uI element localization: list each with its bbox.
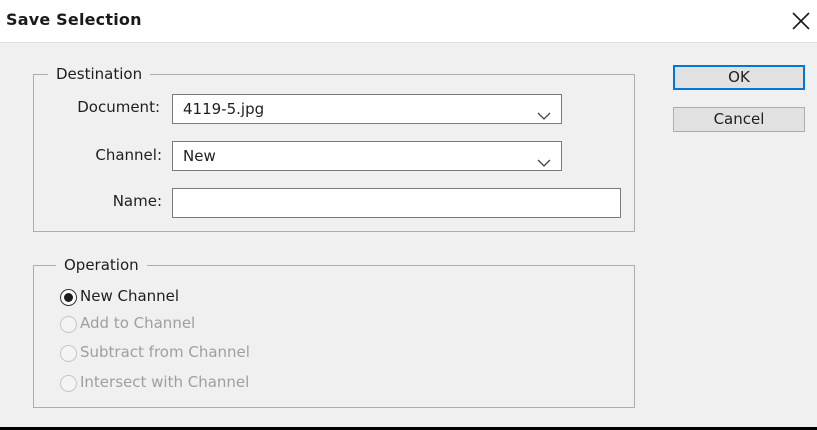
radio-label: New Channel xyxy=(80,287,180,305)
chevron-down-icon xyxy=(537,105,551,124)
radio-label: Add to Channel xyxy=(80,314,196,332)
document-label: Document: xyxy=(77,98,160,116)
radio-label: Intersect with Channel xyxy=(80,373,250,391)
ok-button[interactable]: OK xyxy=(673,65,805,90)
radio-button[interactable] xyxy=(60,316,77,333)
name-label: Name: xyxy=(112,192,162,210)
radio-button[interactable] xyxy=(60,345,77,362)
radio-label: Subtract from Channel xyxy=(80,343,250,361)
document-value: 4119-5.jpg xyxy=(183,100,265,118)
operation-legend: Operation xyxy=(56,255,147,275)
destination-legend: Destination xyxy=(48,64,151,84)
dialog-title: Save Selection xyxy=(6,10,142,29)
channel-value: New xyxy=(183,147,216,165)
channel-select[interactable]: New xyxy=(172,141,562,171)
radio-button[interactable] xyxy=(60,289,77,306)
channel-label: Channel: xyxy=(95,146,162,164)
close-icon[interactable] xyxy=(790,10,812,32)
title-bar: Save Selection xyxy=(0,0,817,43)
cancel-button[interactable]: Cancel xyxy=(673,107,805,132)
radio-button[interactable] xyxy=(60,375,77,392)
chevron-down-icon xyxy=(537,152,551,171)
document-select[interactable]: 4119-5.jpg xyxy=(172,94,562,124)
name-field[interactable] xyxy=(172,188,621,218)
